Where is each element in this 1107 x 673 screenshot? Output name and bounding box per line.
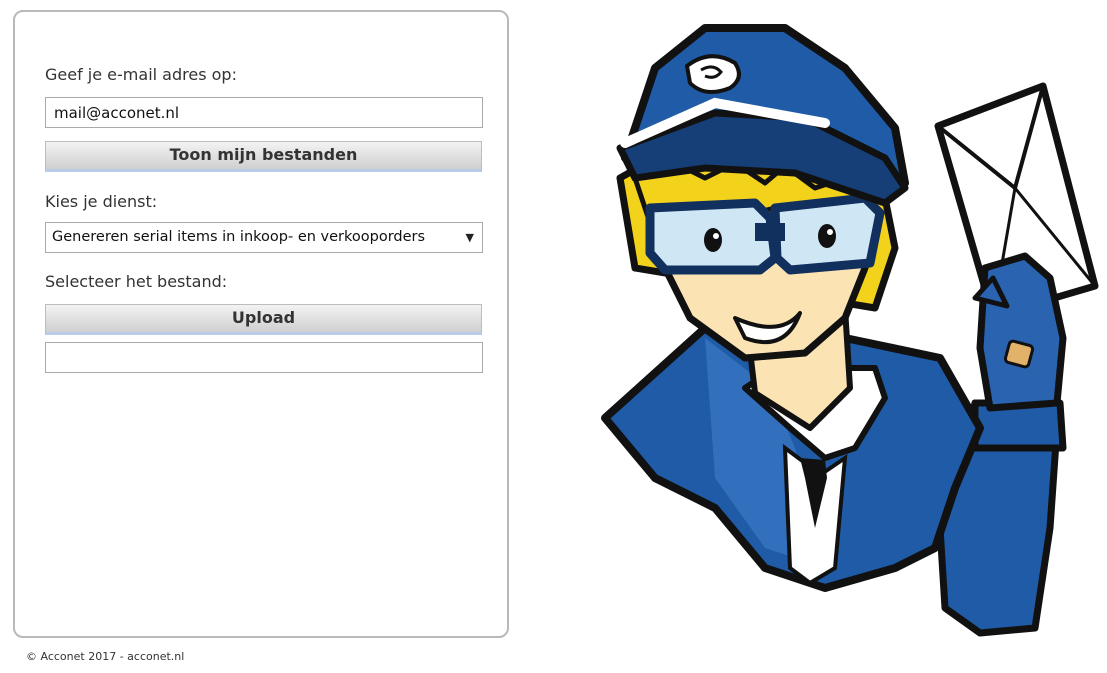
email-input[interactable]	[45, 97, 483, 128]
service-label: Kies je dienst:	[45, 192, 158, 211]
cap-badge-icon	[684, 54, 741, 94]
footer-copyright: © Acconet 2017 - acconet.nl	[26, 650, 185, 663]
file-label: Selecteer het bestand:	[45, 272, 228, 291]
form-panel: Geef je e-mail adres op: Toon mijn besta…	[13, 10, 509, 638]
goggles-icon	[645, 193, 885, 275]
page: Geef je e-mail adres op: Toon mijn besta…	[0, 0, 1107, 673]
upload-button[interactable]: Upload	[45, 304, 482, 335]
mailman-mascot-icon	[601, 24, 1099, 637]
email-label: Geef je e-mail adres op:	[45, 65, 237, 84]
show-files-button[interactable]: Toon mijn bestanden	[45, 141, 482, 172]
file-field[interactable]	[45, 342, 483, 373]
chevron-down-icon: ▼	[465, 231, 474, 244]
service-select-value: Genereren serial items in inkoop- en ver…	[52, 229, 426, 245]
service-select[interactable]: Genereren serial items in inkoop- en ver…	[45, 222, 483, 253]
